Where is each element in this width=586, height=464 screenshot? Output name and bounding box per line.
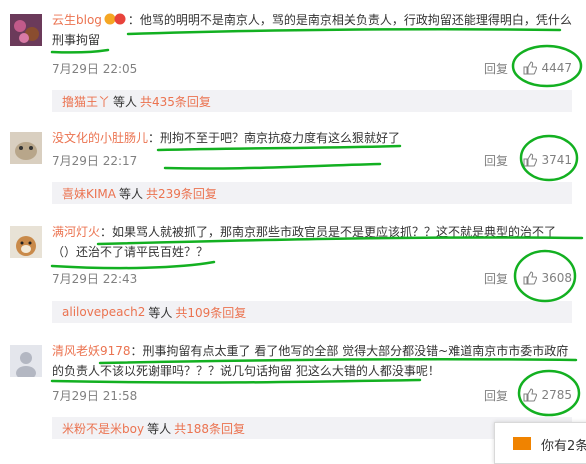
mail-icon	[513, 437, 531, 450]
avatar[interactable]	[10, 132, 42, 164]
reply-user-link[interactable]: 撸猫王丫	[62, 93, 110, 110]
underline-mark	[50, 260, 216, 270]
like-count: 3741	[541, 153, 572, 167]
comment-text: ：刑拘不至于吧？南京抗疫力度有这么狠就好了	[148, 131, 401, 145]
thumbs-up-icon	[523, 271, 538, 285]
reply-mid-text: 等人	[148, 305, 173, 320]
reply-count-link[interactable]: 共188条回复	[174, 420, 245, 437]
replies-summary[interactable]: alilovepeach2 等人 共109条回复	[52, 301, 572, 323]
comment-body: 没文化的小肚肠儿：刑拘不至于吧？南京抗疫力度有这么狠就好了	[52, 128, 572, 148]
thumbs-up-icon	[523, 153, 538, 167]
reply-mid-text: 等人	[147, 421, 172, 436]
avatar[interactable]	[10, 226, 42, 258]
like-button[interactable]: 4447	[512, 58, 572, 78]
reply-count-link[interactable]: 共109条回复	[175, 304, 246, 321]
reply-button[interactable]: 回复	[484, 270, 508, 287]
avatar[interactable]	[10, 14, 42, 46]
comment-body: 清风老妖9178：刑事拘留有点太重了 看了他写的全部 觉得大部分都没错~难道南京…	[52, 341, 572, 381]
reply-button[interactable]: 回复	[484, 152, 508, 169]
timestamp: 7月29日 21:58	[52, 389, 138, 403]
reply-button[interactable]: 回复	[484, 60, 508, 77]
comment-text: ：他骂的明明不是南京人，骂的是南京相关负责人，行政拘留还能理得明白，凭什么刑事拘…	[52, 13, 572, 47]
message-notification-popup[interactable]: 你有2条	[494, 422, 586, 464]
replies-summary[interactable]: 喜妹KIMA 等人 共239条回复	[52, 182, 572, 204]
timestamp: 7月29日 22:17	[52, 154, 138, 168]
notification-text: 你有2条	[541, 439, 586, 454]
username-link[interactable]: 没文化的小肚肠儿	[52, 131, 148, 145]
reply-button[interactable]: 回复	[484, 387, 508, 404]
reply-count-link[interactable]: 共239条回复	[146, 185, 217, 202]
timestamp: 7月29日 22:05	[52, 62, 138, 76]
underline-mark	[50, 48, 110, 54]
like-button[interactable]: 3741	[512, 150, 572, 170]
like-count: 3608	[541, 271, 572, 285]
username-link[interactable]: 满河灯火	[52, 225, 100, 239]
reply-mid-text: 等人	[118, 186, 143, 201]
username-link[interactable]: 清风老妖9178	[52, 344, 131, 358]
username-link[interactable]: 云生blog	[52, 13, 102, 27]
replies-summary[interactable]: 撸猫王丫 等人 共435条回复	[52, 90, 572, 112]
comment-body: 云生blog ：他骂的明明不是南京人，骂的是南京相关负责人，行政拘留还能理得明白，…	[52, 10, 572, 50]
reply-count-link[interactable]: 共435条回复	[140, 93, 211, 110]
like-count: 4447	[541, 61, 572, 75]
avatar[interactable]	[10, 345, 42, 377]
like-count: 2785	[541, 388, 572, 402]
reply-user-link[interactable]: 米粉不是米boy	[62, 420, 144, 437]
thumbs-up-icon	[523, 388, 538, 402]
like-button[interactable]: 3608	[512, 268, 572, 288]
vip-badge-icon	[104, 12, 126, 26]
like-button[interactable]: 2785	[512, 385, 572, 405]
reply-user-link[interactable]: 喜妹KIMA	[62, 185, 116, 202]
timestamp: 7月29日 22:43	[52, 272, 138, 286]
underline-mark	[163, 162, 382, 170]
comment-body: 满河灯火：如果骂人就被抓了，那南京那些市政官员是不是更应该抓？？这不就是典型的治…	[52, 222, 572, 262]
reply-user-link[interactable]: alilovepeach2	[62, 305, 145, 319]
thumbs-up-icon	[523, 61, 538, 75]
reply-mid-text: 等人	[113, 94, 138, 109]
comment-text: ：如果骂人就被抓了，那南京那些市政官员是不是更应该抓？？这不就是典型的治不了（）…	[52, 225, 557, 259]
